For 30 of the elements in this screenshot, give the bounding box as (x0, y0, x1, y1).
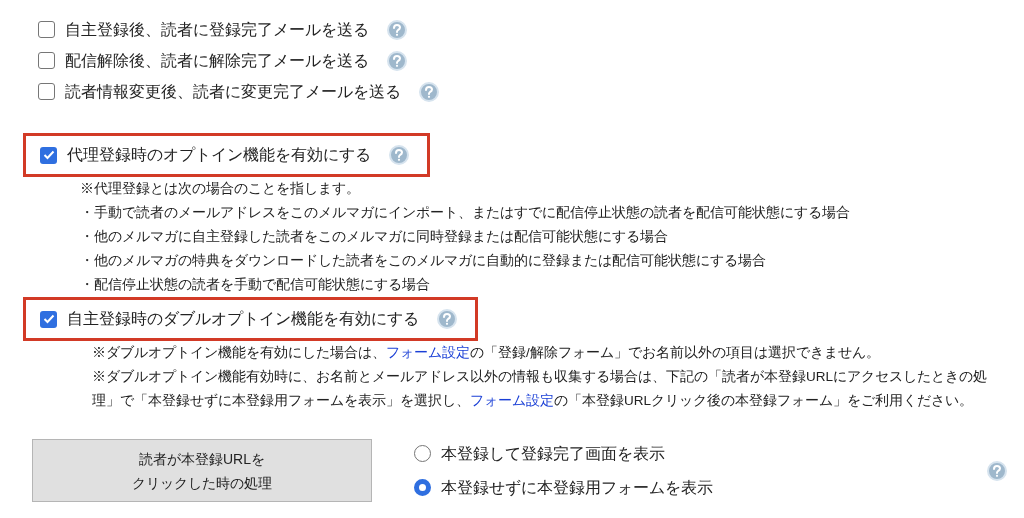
radio-button[interactable] (414, 445, 431, 462)
help-icon[interactable] (437, 309, 457, 329)
checkbox[interactable] (38, 52, 55, 69)
option-label: 自主登録後、読者に登録完了メールを送る (65, 19, 369, 40)
note-text: ・他のメルマガに自主登録した読者をこのメルマガに同時登録または配信可能状態にする場合 (80, 228, 669, 246)
note-text: ・配信停止状態の読者を手動で配信可能状態にする場合 (80, 276, 431, 294)
option-label: 代理登録時のオプトイン機能を有効にする (67, 145, 371, 165)
form-settings-link[interactable]: フォーム設定 (386, 345, 470, 360)
note-text: ※ダブルオプトイン機能を有効にした場合は、フォーム設定の「登録/解除フォーム」でお名前以外の項目は選択できません。 (91, 344, 881, 362)
form-settings-link[interactable]: フォーム設定 (470, 393, 554, 408)
help-icon[interactable] (387, 50, 407, 71)
radio-button[interactable] (414, 479, 431, 496)
note-text: ※ダブルオプトイン機能有効時に、お名前とメールアドレス以外の情報も収集する場合は、下記の「読者が本登録URLにアクセスしたときの処理」で「本登録せずに本登録用フォームを表示」を選択し、フォーム設定の「本登録URLクリック後の本登録フォーム」をご利用ください。 (91, 368, 988, 410)
note-text: ・手動で読者のメールアドレスをこのメルマガにインポート、またはすでに配信停止状態の読者を配信可能状態にする場合 (80, 204, 851, 222)
option-label: 配信解除後、読者に解除完了メールを送る (65, 50, 369, 71)
radio-label: 本登録して登録完了画面を表示 (441, 443, 665, 464)
help-icon[interactable] (387, 19, 407, 40)
help-icon[interactable] (987, 460, 1007, 481)
option-label: 読者情報変更後、読者に変更完了メールを送る (65, 81, 401, 102)
checkbox[interactable] (38, 21, 55, 38)
checkbox[interactable] (40, 146, 57, 164)
note-text: ※代理登録とは次の場合のことを指します。 (80, 180, 361, 198)
help-icon[interactable] (389, 145, 409, 165)
checkbox[interactable] (40, 310, 57, 328)
setting-label: 読者が本登録URLを クリックした時の処理 (32, 439, 372, 502)
radio-label: 本登録せずに本登録用フォームを表示 (441, 477, 713, 498)
help-icon[interactable] (419, 81, 439, 102)
checkbox[interactable] (38, 83, 55, 100)
note-text: ・他のメルマガの特典をダウンロードした読者をこのメルマガに自動的に登録または配信可能状態にする場合 (80, 252, 767, 270)
option-label: 自主登録時のダブルオプトイン機能を有効にする (67, 309, 419, 329)
